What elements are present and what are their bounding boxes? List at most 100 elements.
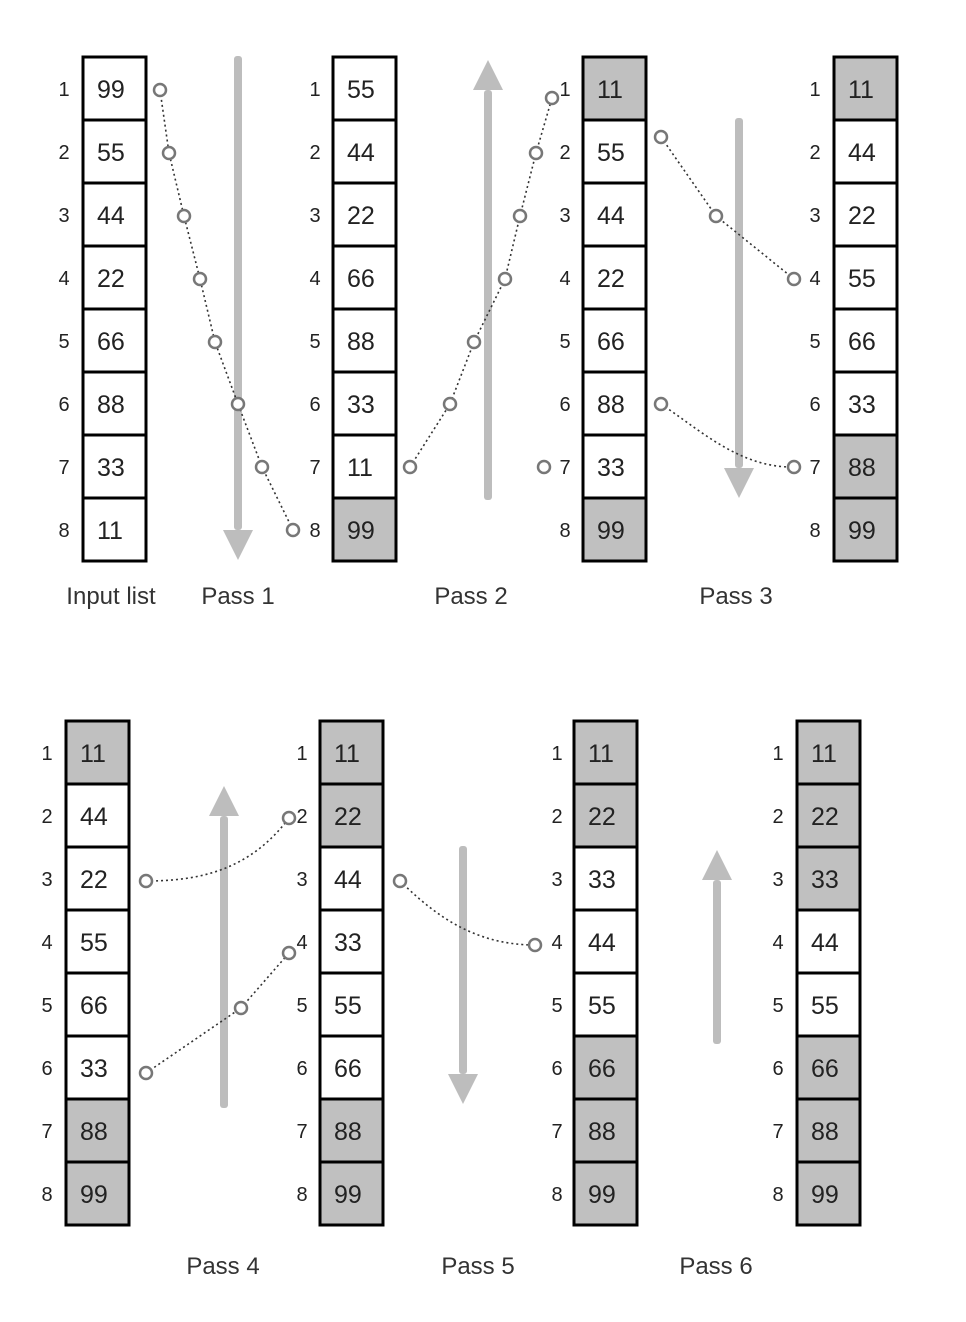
caption-pass-2: Pass 2 <box>434 583 507 610</box>
cell-value: 66 <box>334 1055 362 1083</box>
index-label: 4 <box>809 268 820 290</box>
cell-value: 33 <box>588 866 616 894</box>
list-column-before-pass-4: 111442223554665336887998 <box>41 719 131 1227</box>
pass-4-direction-arrow-up <box>209 786 239 1108</box>
pass-5-direction-arrow-down <box>448 846 478 1104</box>
list-column-after-pass-4: 111222443334555666887998 <box>296 719 385 1227</box>
index-label: 6 <box>296 1058 307 1080</box>
cell-value: 44 <box>597 202 625 230</box>
cell-value: 88 <box>347 328 375 356</box>
move-node <box>254 459 270 475</box>
cell-value: 88 <box>811 1118 839 1146</box>
pass-3-move-path-88 <box>653 396 802 475</box>
move-node <box>653 129 669 145</box>
move-node <box>192 271 208 287</box>
cell-value: 88 <box>334 1118 362 1146</box>
cell-value: 66 <box>597 328 625 356</box>
index-label: 1 <box>809 79 820 101</box>
caption-pass-1: Pass 1 <box>201 583 274 610</box>
index-label: 8 <box>41 1184 52 1206</box>
index-label: 8 <box>551 1184 562 1206</box>
cell-value: 11 <box>597 76 623 104</box>
list-column-input: 99 1 55 2 44 3 22 4 66 5 88 6 33 7 11 8 <box>58 55 148 563</box>
caption-pass-4: Pass 4 <box>186 1253 259 1280</box>
cell-value: 11 <box>588 740 614 768</box>
index-label: 5 <box>559 331 570 353</box>
index-label: 1 <box>551 743 562 765</box>
cell-value: 55 <box>811 992 839 1020</box>
cell-value: 55 <box>97 139 125 167</box>
index-label: 3 <box>809 205 820 227</box>
cell-value: 22 <box>334 803 362 831</box>
move-node <box>527 937 543 953</box>
cell-value: 22 <box>97 265 125 293</box>
index-label: 6 <box>809 394 820 416</box>
cocktail-sort-diagram: 9915524432246658863371185514422236648853… <box>41 55 899 1280</box>
cell-value: 11 <box>347 454 373 482</box>
index-label: 6 <box>551 1058 562 1080</box>
caption-input-list: Input list <box>66 583 156 610</box>
cell-value: 44 <box>848 139 876 167</box>
cell-value: 11 <box>97 517 123 545</box>
index-label: 4 <box>58 268 69 290</box>
move-node <box>536 459 552 475</box>
move-node <box>281 810 297 826</box>
index-label: 2 <box>809 142 820 164</box>
index-label: 8 <box>772 1184 783 1206</box>
cell-value: 99 <box>347 517 375 545</box>
cell-value: 88 <box>597 391 625 419</box>
move-node <box>152 82 168 98</box>
index-label: 7 <box>809 457 820 479</box>
index-label: 3 <box>772 869 783 891</box>
index-label: 2 <box>772 806 783 828</box>
index-label: 8 <box>58 520 69 542</box>
caption-pass-5: Pass 5 <box>441 1253 514 1280</box>
index-label: 4 <box>296 932 307 954</box>
index-label: 3 <box>559 205 570 227</box>
cell-value: 44 <box>588 929 616 957</box>
pass-3-direction-arrow-down <box>724 118 754 498</box>
pass-5-move-path-44 <box>392 873 543 953</box>
index-label: 8 <box>559 520 570 542</box>
cell-value: 55 <box>597 139 625 167</box>
cell-value: 33 <box>97 454 125 482</box>
cell-value: 99 <box>80 1181 108 1209</box>
move-node <box>653 396 669 412</box>
cell-value: 99 <box>588 1181 616 1209</box>
cell-value: 99 <box>97 76 125 104</box>
list-column-after-pass-1: 551442223664885336117998 <box>309 55 398 563</box>
index-label: 7 <box>309 457 320 479</box>
cell-value: 55 <box>588 992 616 1020</box>
index-label: 5 <box>772 995 783 1017</box>
index-label: 2 <box>296 806 307 828</box>
cell-value: 33 <box>334 929 362 957</box>
cell-value: 66 <box>347 265 375 293</box>
index-label: 5 <box>551 995 562 1017</box>
cell-value: 33 <box>848 391 876 419</box>
move-node <box>442 396 458 412</box>
cell-value: 88 <box>97 391 125 419</box>
list-column-after-pass-2: 111552443224665886337998 <box>559 55 648 563</box>
cell-value: 11 <box>811 740 837 768</box>
cell-value: 66 <box>97 328 125 356</box>
cell-value: 11 <box>334 740 360 768</box>
caption-pass-6: Pass 6 <box>679 1253 752 1280</box>
cell-value: 22 <box>597 265 625 293</box>
pass-2-move-path-11 <box>402 90 560 475</box>
move-node <box>786 271 802 287</box>
cell-value: 33 <box>597 454 625 482</box>
index-label: 7 <box>58 457 69 479</box>
cell-value: 66 <box>811 1055 839 1083</box>
index-label: 3 <box>296 869 307 891</box>
index-label: 3 <box>309 205 320 227</box>
cell-value: 88 <box>848 454 876 482</box>
cell-value: 22 <box>848 202 876 230</box>
index-label: 5 <box>296 995 307 1017</box>
cell-value: 11 <box>848 76 874 104</box>
move-node <box>512 208 528 224</box>
pass-4-move-path-33 <box>138 945 297 1081</box>
index-label: 2 <box>41 806 52 828</box>
cell-value: 99 <box>811 1181 839 1209</box>
cell-value: 22 <box>347 202 375 230</box>
cell-value: 55 <box>80 929 108 957</box>
